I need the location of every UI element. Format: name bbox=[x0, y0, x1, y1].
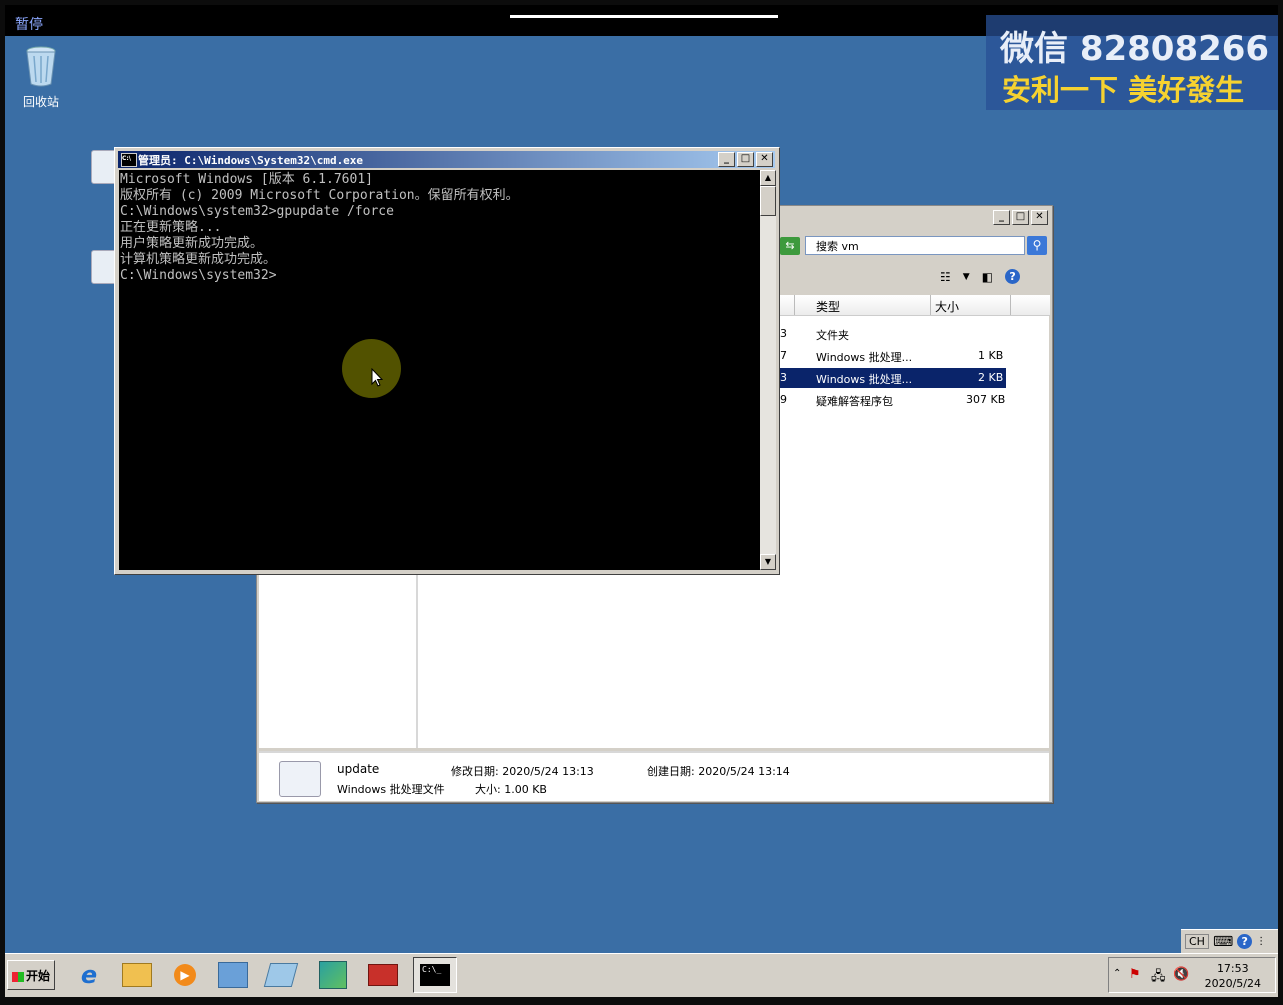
scroll-thumb[interactable] bbox=[760, 186, 776, 216]
console-output[interactable]: Microsoft Windows [版本 6.1.7601] 版权所有 (c) … bbox=[119, 170, 760, 570]
cmd-window: C:\ 管理员: C:\Windows\System32\cmd.exe _ □… bbox=[114, 147, 780, 575]
watermark-line2: 安利一下 美好發生 bbox=[1002, 73, 1245, 107]
mouse-pointer-icon bbox=[371, 368, 383, 387]
console-prompt: C:\Windows\system32> bbox=[120, 268, 277, 283]
date-fragment: 7 bbox=[780, 349, 787, 362]
console-line: C:\Windows\system32>gpupdate /force bbox=[120, 204, 394, 219]
refresh-icon[interactable]: ⇆ bbox=[780, 237, 800, 255]
keyboard-icon[interactable]: ⌨ bbox=[1213, 934, 1233, 950]
show-hidden-icons-icon[interactable]: ⌃ bbox=[1113, 968, 1121, 979]
batch-file-icon bbox=[279, 761, 321, 797]
taskbar: 开始 e ▶ C:\_ ⌃ ⚑ 🖧 🔇 17:53 2020/5/24 bbox=[5, 953, 1278, 997]
action-center-flag-icon[interactable]: ⚑ bbox=[1129, 967, 1141, 982]
file-size: 1 KB bbox=[978, 349, 1004, 362]
preview-pane-icon[interactable]: ◧ bbox=[982, 270, 993, 284]
details-size: 大小: 1.00 KB bbox=[475, 783, 547, 796]
file-type: 文件夹 bbox=[816, 329, 849, 342]
watermark-banner: 微信 82808266 安利一下 美好發生 bbox=[986, 15, 1278, 110]
console-line: 正在更新策略... bbox=[120, 220, 222, 235]
view-options-icon[interactable]: ☷ bbox=[940, 270, 951, 284]
view-toolbar: ☷ ▼ ◧ ? bbox=[940, 269, 1021, 284]
column-header-type[interactable]: 类型 bbox=[816, 298, 840, 315]
recycle-bin-label: 回收站 bbox=[22, 95, 59, 109]
column-headers: 类型 大小 bbox=[772, 295, 1050, 316]
session-title-line bbox=[510, 15, 778, 18]
help-icon[interactable]: ? bbox=[1005, 269, 1021, 284]
pause-label[interactable]: 暂停 bbox=[15, 14, 43, 34]
input-language[interactable]: CH bbox=[1185, 934, 1209, 949]
date-fragment: 3 bbox=[780, 371, 787, 384]
start-label: 开始 bbox=[26, 969, 51, 983]
file-row[interactable]: 9 疑难解答程序包 307 KB bbox=[772, 390, 1048, 410]
toolbox-icon[interactable] bbox=[361, 957, 405, 993]
recycle-bin-icon bbox=[26, 46, 56, 87]
internet-explorer-icon[interactable]: e bbox=[67, 957, 111, 993]
file-row-selected[interactable]: 3 Windows 批处理... 2 KB bbox=[772, 368, 1006, 388]
options-icon[interactable]: ⋮ bbox=[1256, 936, 1266, 947]
details-created: 创建日期: 2020/5/24 13:14 bbox=[647, 765, 790, 778]
network-icon[interactable]: 🖧 bbox=[1151, 967, 1166, 989]
clock-time: 17:53 bbox=[1216, 962, 1249, 975]
details-pane: update 修改日期: 2020/5/24 13:13 创建日期: 2020/… bbox=[259, 751, 1049, 801]
cmd-taskbar-button[interactable]: C:\_ bbox=[413, 957, 457, 993]
help-icon[interactable]: ? bbox=[1237, 934, 1253, 949]
volume-muted-icon[interactable]: 🔇 bbox=[1173, 967, 1189, 982]
media-player-icon[interactable]: ▶ bbox=[163, 957, 207, 993]
search-icon[interactable]: ⚲ bbox=[1027, 236, 1047, 255]
cmd-title: 管理员: C:\Windows\System32\cmd.exe bbox=[138, 154, 364, 167]
minimize-button[interactable]: _ bbox=[718, 152, 735, 167]
column-divider[interactable] bbox=[930, 295, 931, 315]
scroll-down-icon[interactable]: ▼ bbox=[760, 554, 776, 570]
console-line: 版权所有 (c) 2009 Microsoft Corporation。保留所有… bbox=[120, 188, 519, 203]
recycle-bin[interactable]: 回收站 bbox=[18, 44, 64, 110]
cmd-taskbar-icon-label: C:\_ bbox=[420, 964, 450, 986]
server-manager-icon[interactable] bbox=[211, 957, 255, 993]
column-header-size[interactable]: 大小 bbox=[935, 298, 959, 315]
maximize-button[interactable]: □ bbox=[737, 152, 754, 167]
date-fragment: 3 bbox=[780, 327, 787, 340]
file-row[interactable]: 7 Windows 批处理... 1 KB bbox=[772, 346, 1048, 366]
language-bar: CH ⌨ ? ⋮ bbox=[1181, 929, 1278, 953]
clock[interactable]: 17:53 2020/5/24 bbox=[1205, 961, 1261, 991]
start-button[interactable]: 开始 bbox=[7, 960, 55, 990]
file-row[interactable]: 3 文件夹 bbox=[772, 324, 1048, 344]
file-type: Windows 批处理... bbox=[816, 351, 913, 364]
clock-date: 2020/5/24 bbox=[1204, 977, 1261, 990]
file-explorer-icon[interactable] bbox=[115, 957, 159, 993]
console-line: 用户策略更新成功完成。 bbox=[120, 236, 264, 251]
file-type: Windows 批处理... bbox=[816, 373, 913, 386]
close-button[interactable]: ✕ bbox=[756, 152, 773, 167]
component-services-icon[interactable] bbox=[311, 957, 355, 993]
search-input[interactable]: 搜索 vm bbox=[805, 236, 1025, 255]
cmd-icon[interactable]: C:\ bbox=[121, 153, 137, 167]
column-divider[interactable] bbox=[794, 295, 795, 315]
cmd-window-buttons: _ □ ✕ bbox=[718, 152, 773, 167]
notepad-icon[interactable] bbox=[259, 957, 303, 993]
cmd-titlebar[interactable]: C:\ 管理员: C:\Windows\System32\cmd.exe _ □… bbox=[118, 151, 775, 168]
console-line: 计算机策略更新成功完成。 bbox=[120, 252, 277, 267]
chevron-down-icon[interactable]: ▼ bbox=[963, 272, 970, 282]
watermark-line1: 微信 82808266 bbox=[1000, 29, 1270, 69]
date-fragment: 9 bbox=[780, 393, 787, 406]
file-type: 疑难解答程序包 bbox=[816, 395, 893, 408]
system-tray: ⌃ ⚑ 🖧 🔇 17:53 2020/5/24 bbox=[1108, 957, 1276, 993]
maximize-button[interactable]: □ bbox=[1012, 210, 1029, 225]
cmd-scrollbar[interactable]: ▲ ▼ bbox=[760, 170, 776, 570]
details-file-name: update bbox=[337, 762, 380, 776]
minimize-button[interactable]: _ bbox=[993, 210, 1010, 225]
file-size: 2 KB bbox=[978, 371, 1004, 384]
details-file-type: Windows 批处理文件 bbox=[337, 783, 445, 796]
close-button[interactable]: ✕ bbox=[1031, 210, 1048, 225]
explorer-window-buttons: _ □ ✕ bbox=[993, 210, 1048, 225]
scroll-up-icon[interactable]: ▲ bbox=[760, 170, 776, 186]
details-modified: 修改日期: 2020/5/24 13:13 bbox=[451, 765, 594, 778]
file-size: 307 KB bbox=[966, 393, 1006, 406]
windows-logo-icon bbox=[12, 971, 24, 982]
console-line: Microsoft Windows [版本 6.1.7601] bbox=[120, 172, 373, 187]
column-divider[interactable] bbox=[1010, 295, 1011, 315]
